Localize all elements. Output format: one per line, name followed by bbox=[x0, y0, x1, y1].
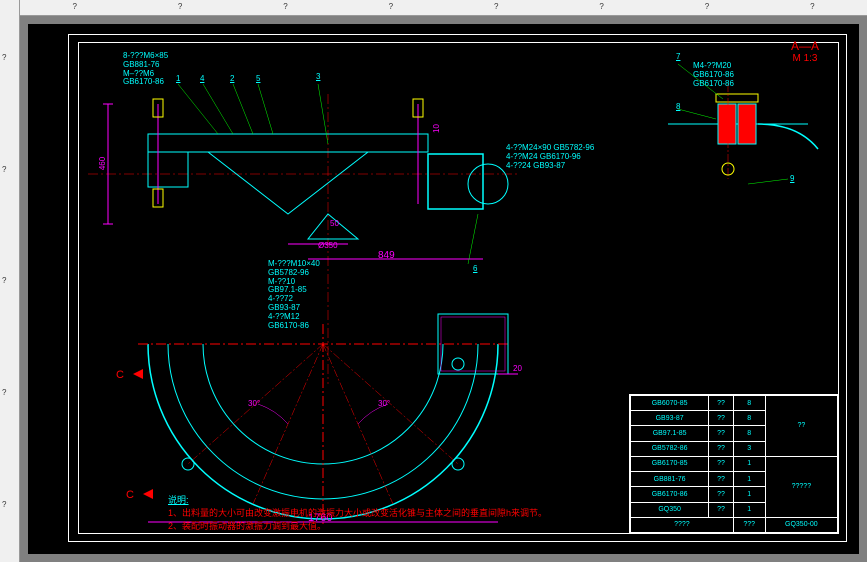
callout-7: 7 bbox=[676, 52, 680, 61]
drawing-notes: 说明: 1、出料量的大小可由改变激振电机的激振力大小或改变活化锥与主体之间的垂直… bbox=[168, 493, 547, 532]
callout-8: 8 bbox=[676, 102, 680, 111]
spec-top-left: 8-???M6×85 GB881-76 M–??M6 GB6170-86 bbox=[123, 52, 168, 87]
dim-30deg-l: 30° bbox=[248, 399, 260, 408]
section-arrow-c1: C bbox=[116, 369, 124, 381]
dim-20: 20 bbox=[513, 364, 522, 373]
dim-50: 50 bbox=[330, 219, 339, 228]
dim-d350: Ø350 bbox=[318, 241, 338, 250]
callout-1: 1 bbox=[176, 74, 180, 83]
callout-6: 6 bbox=[473, 264, 477, 273]
dim-849: 849 bbox=[378, 250, 395, 261]
section-arrow-c2: C bbox=[126, 489, 134, 501]
callout-3: 3 bbox=[316, 72, 320, 81]
vertical-ruler: ? ? ? ? ? bbox=[0, 0, 20, 562]
title-block: GB6070-85??8?? GB93-87??8 GB97.1-85??8 G… bbox=[629, 394, 839, 534]
dim-10: 10 bbox=[432, 124, 441, 133]
dim-30deg-r: 30° bbox=[378, 399, 390, 408]
callout-5: 5 bbox=[256, 74, 260, 83]
spec-mid-bottom: M-???M10×40 GB5782-96 M-??10 GB97.1-85 4… bbox=[268, 260, 320, 330]
callout-2: 2 bbox=[230, 74, 234, 83]
dim-460: 460 bbox=[98, 157, 107, 170]
callout-4: 4 bbox=[200, 74, 204, 83]
drawing-canvas[interactable]: A—A M 1:3 460 Ø350 849 50 10 1760 20 30°… bbox=[28, 24, 859, 554]
horizontal-ruler: ? ? ? ? ? ? ? ? bbox=[20, 0, 867, 16]
cad-viewport[interactable]: A—A M 1:3 460 Ø350 849 50 10 1760 20 30°… bbox=[20, 16, 867, 562]
section-view-label: A—A M 1:3 bbox=[791, 39, 819, 64]
callout-9: 9 bbox=[790, 174, 794, 183]
spec-detail-top: M4-??M20 GB6170-86 GB6170-86 bbox=[693, 62, 734, 88]
spec-mid-right: 4-??M24×90 GB5782-96 4-??M24 GB6170-96 4… bbox=[506, 144, 594, 170]
